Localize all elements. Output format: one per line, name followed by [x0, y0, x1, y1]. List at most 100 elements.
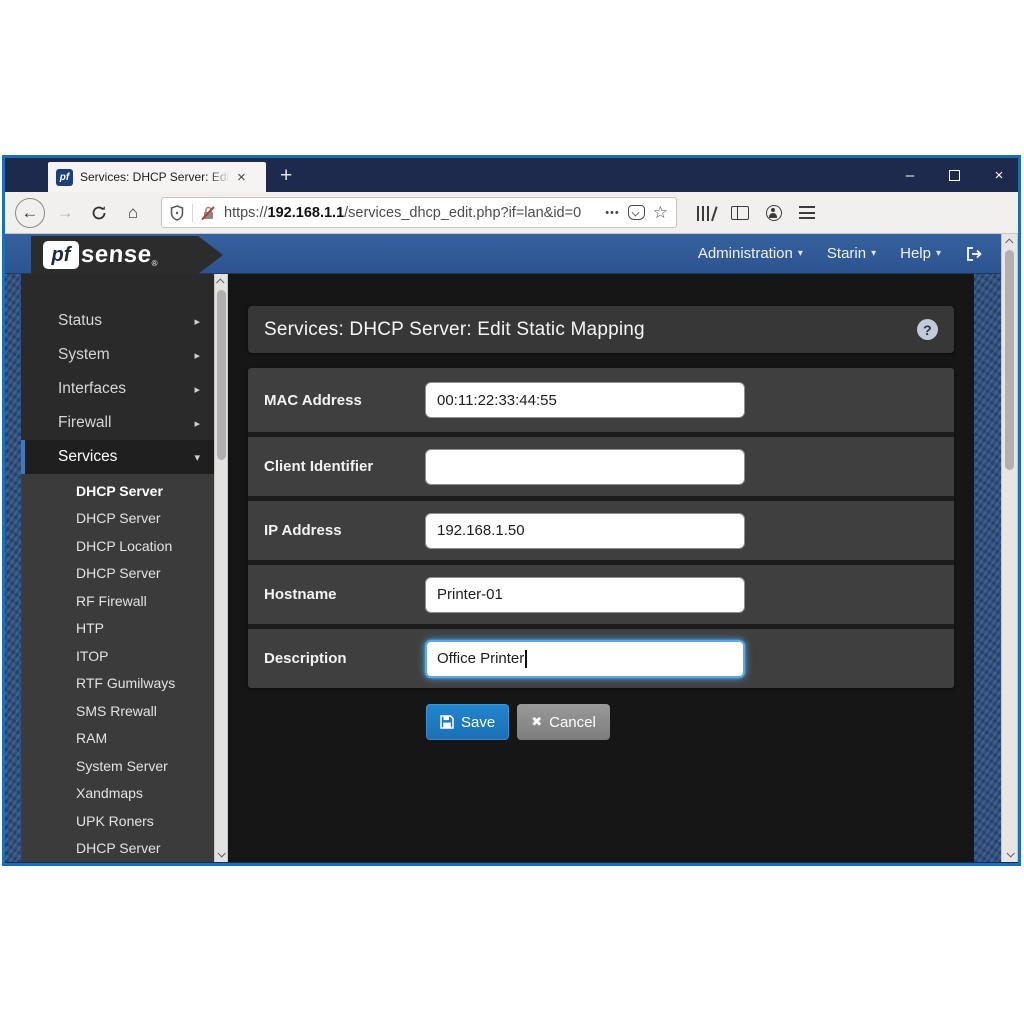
sidebar-item-firewall[interactable]: Firewall▸ [21, 406, 214, 440]
bookmark-star-icon[interactable]: ☆ [653, 203, 668, 223]
scroll-up-icon[interactable] [1002, 234, 1017, 250]
close-window-button[interactable]: × [990, 167, 1008, 184]
url-bar[interactable]: https://192.168.1.1/services_dhcp_edit.p… [161, 197, 677, 228]
browser-titlebar: pf Services: DHCP Server: Edit S × + – × [5, 158, 1018, 192]
chevron-right-icon: ▸ [194, 383, 200, 396]
sidebar-scrollbar[interactable] [214, 274, 228, 862]
back-button[interactable]: ← [15, 198, 45, 228]
chevron-down-icon: ▾ [936, 248, 941, 259]
home-button[interactable]: ⌂ [119, 199, 147, 227]
help-icon[interactable]: ? [917, 319, 938, 340]
sidebar: Status▸ System▸ Interfaces▸ Firewall▸ Se… [21, 274, 214, 862]
chevron-down-icon: ▾ [194, 451, 200, 464]
sidebar-item-status[interactable]: Status▸ [21, 304, 214, 338]
floppy-icon [440, 715, 454, 729]
url-text[interactable]: https://192.168.1.1/services_dhcp_edit.p… [224, 205, 597, 221]
submenu-item[interactable]: RAM [21, 725, 214, 753]
nav-help[interactable]: Help ▾ [900, 245, 941, 262]
tab-close-icon[interactable]: × [237, 170, 246, 185]
toolbar-right-icons [697, 205, 815, 221]
submenu-item[interactable]: UPK Roners [21, 807, 214, 835]
sidebar-item-services[interactable]: Services▾ [21, 440, 214, 474]
ip-address-label: IP Address [264, 522, 425, 539]
pfsense-header: pf sense ® Administration ▾ Starin ▾ Hel… [5, 234, 1001, 274]
menu-icon[interactable] [799, 206, 815, 219]
scroll-up-icon[interactable] [215, 274, 227, 290]
url-host: 192.168.1.1 [268, 205, 345, 221]
pfsense-logo[interactable]: pf sense ® [31, 236, 223, 274]
shield-icon[interactable] [170, 205, 184, 221]
browser-tab[interactable]: pf Services: DHCP Server: Edit S × [48, 162, 266, 192]
description-value: Office Printer [437, 650, 524, 667]
chevron-down-icon: ▾ [798, 248, 803, 259]
client-identifier-field[interactable] [425, 449, 745, 485]
nav-starin[interactable]: Starin ▾ [827, 245, 876, 262]
submenu-item[interactable]: DHCP Server [21, 835, 214, 863]
scrollbar-thumb[interactable] [1005, 250, 1014, 470]
scroll-down-icon[interactable] [215, 846, 227, 862]
chevron-right-icon: ▸ [194, 315, 200, 328]
submenu-item[interactable]: SMS Rrewall [21, 697, 214, 725]
minimize-button[interactable]: – [901, 167, 919, 184]
submenu-item[interactable]: DHCP Server [21, 477, 214, 505]
submenu-item[interactable]: HTP [21, 615, 214, 643]
ip-address-field[interactable] [425, 513, 745, 549]
tab-title: Services: DHCP Server: Edit S [80, 170, 230, 184]
logo-sense-text: sense [80, 241, 153, 269]
x-icon: ✖ [531, 714, 542, 730]
insecure-lock-icon[interactable] [201, 205, 216, 221]
url-separator [192, 204, 193, 222]
maximize-button[interactable] [949, 170, 960, 181]
library-icon[interactable] [697, 205, 714, 221]
save-button[interactable]: Save [426, 704, 509, 740]
new-tab-button[interactable]: + [280, 164, 292, 192]
nav-administration[interactable]: Administration ▾ [698, 245, 803, 262]
submenu-item[interactable]: Xandmaps [21, 780, 214, 808]
mac-address-label: MAC Address [264, 392, 425, 409]
chevron-down-icon: ▾ [871, 248, 876, 259]
main-content: Services: DHCP Server: Edit Static Mappi… [228, 274, 974, 862]
submenu-item[interactable]: RTF Gumilways [21, 670, 214, 698]
reload-button[interactable] [85, 199, 113, 227]
submenu-item[interactable]: DHCP Server [21, 505, 214, 533]
page-scrollbar[interactable] [1001, 234, 1018, 862]
submenu-item[interactable]: DHCP Location [21, 532, 214, 560]
browser-toolbar: ← → ⌂ https://192.168.1.1/services_dhcp_… [5, 192, 1018, 234]
chevron-right-icon: ▸ [194, 349, 200, 362]
submenu-item[interactable]: System Server [21, 752, 214, 780]
scrollbar-thumb[interactable] [217, 290, 226, 460]
page-actions-icon[interactable]: ••• [605, 207, 620, 219]
url-scheme: https:// [224, 205, 268, 221]
logo-registered-mark: ® [152, 259, 158, 268]
submenu-item[interactable]: DHCP Server [21, 560, 214, 588]
account-icon[interactable] [766, 205, 782, 221]
static-mapping-form: MAC Address Client Identifier IP Address [248, 368, 954, 688]
sidebar-item-system[interactable]: System▸ [21, 338, 214, 372]
hostname-field[interactable] [425, 577, 745, 613]
form-row-client-identifier: Client Identifier [248, 432, 954, 496]
form-row-ip: IP Address [248, 496, 954, 560]
submenu-item[interactable]: RF Firewall [21, 587, 214, 615]
cancel-button[interactable]: ✖ Cancel [517, 704, 610, 740]
services-submenu: DHCP Server DHCP Server DHCP Location DH… [21, 474, 214, 862]
description-label: Description [264, 650, 425, 667]
pfsense-favicon: pf [56, 169, 73, 186]
description-field[interactable]: Office Printer [425, 640, 745, 678]
client-identifier-label: Client Identifier [264, 458, 425, 475]
text-cursor [525, 650, 527, 668]
sidebar-item-interfaces[interactable]: Interfaces▸ [21, 372, 214, 406]
logout-icon[interactable] [965, 246, 983, 262]
page-viewport: pf sense ® Administration ▾ Starin ▾ Hel… [5, 234, 1018, 862]
submenu-item[interactable]: ITOP [21, 642, 214, 670]
logo-pf-box: pf [43, 241, 79, 269]
pocket-icon[interactable] [628, 205, 645, 220]
sidebars-icon[interactable] [731, 206, 749, 220]
form-row-description: Description Office Printer [248, 624, 954, 688]
hostname-label: Hostname [264, 586, 425, 603]
mac-address-field[interactable] [425, 382, 745, 418]
background-texture-right [974, 274, 1001, 862]
scroll-down-icon[interactable] [1002, 846, 1017, 862]
background-texture-left [5, 274, 21, 862]
forward-button[interactable]: → [51, 199, 79, 227]
page-title-panel: Services: DHCP Server: Edit Static Mappi… [248, 306, 954, 353]
